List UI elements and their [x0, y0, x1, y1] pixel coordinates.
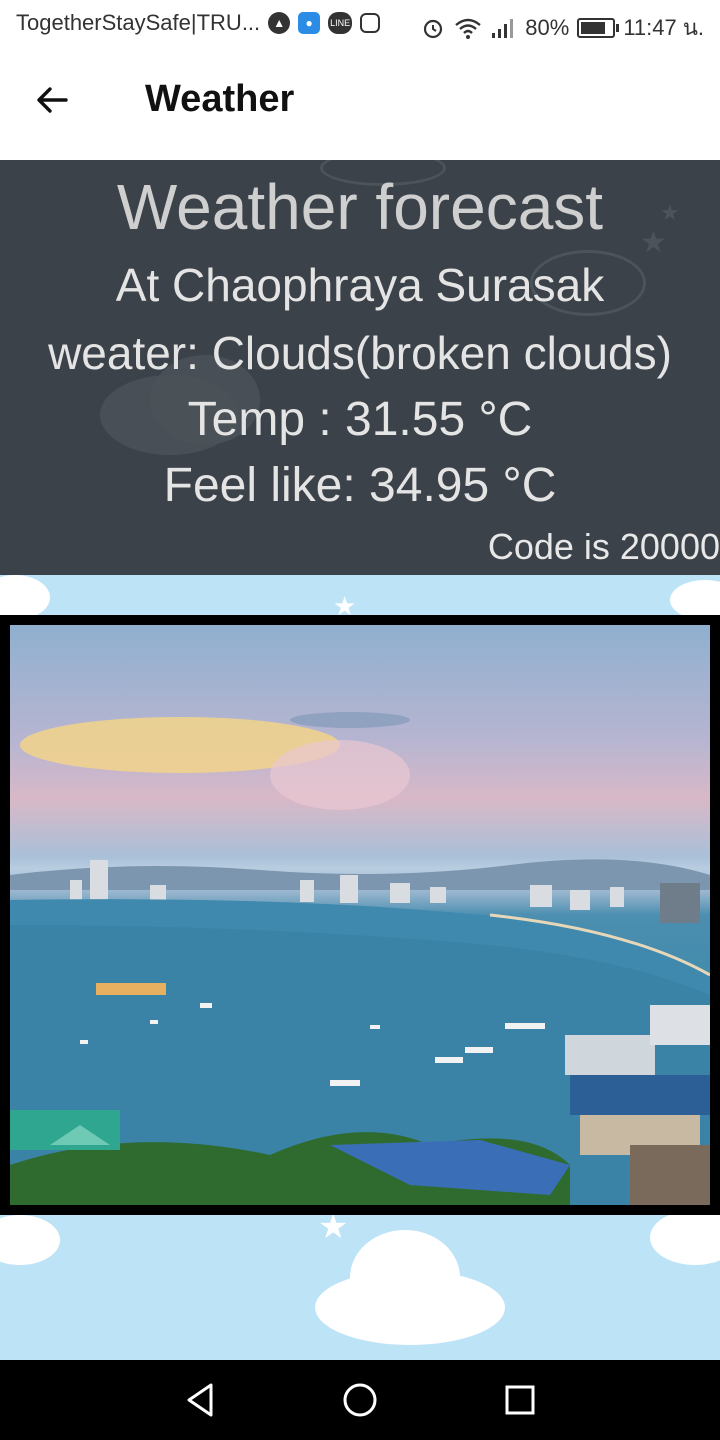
status-left: TogetherStaySafe|TRU... ▲ ● LINE [16, 10, 381, 36]
screen: TogetherStaySafe|TRU... ▲ ● LINE 80% 11:… [0, 0, 720, 1440]
app-a-icon: ▲ [268, 12, 291, 34]
page-title: Weather [145, 78, 295, 120]
location-text: At Chaophraya Surasak [115, 259, 605, 311]
status-right: 80% 11:47 น. [421, 10, 704, 45]
signal-icon [492, 18, 514, 38]
battery-percent: 80% [525, 14, 570, 40]
city-bay-photo [10, 625, 710, 1205]
cloud-illustration [670, 580, 720, 620]
square-recents-icon [505, 1385, 535, 1415]
photo-frame [0, 615, 720, 1215]
circle-home-icon [343, 1383, 377, 1417]
alarm-icon [424, 19, 443, 38]
system-nav-bar [0, 1360, 720, 1440]
app-bar: Weather [0, 48, 720, 160]
battery-level-fill [581, 21, 606, 34]
shield-icon: ● [298, 12, 321, 34]
arrow-left-icon [37, 87, 68, 113]
cloud-illustration [650, 1210, 720, 1265]
forecast-heading: Weather forecast [116, 171, 604, 243]
feels-like-text: Feel like: 34.95 °C [163, 459, 557, 512]
nav-recents-button[interactable] [498, 1378, 542, 1422]
back-button[interactable] [28, 76, 76, 124]
city-bay-illustration [10, 712, 710, 1205]
nav-home-button[interactable] [338, 1378, 382, 1422]
cloud-illustration [0, 575, 50, 620]
nav-back-button[interactable] [178, 1378, 222, 1422]
line-app-icon: LINE [328, 12, 353, 34]
instagram-icon [360, 13, 381, 33]
cloud-illustration [0, 1215, 60, 1265]
status-bar: TogetherStaySafe|TRU... ▲ ● LINE 80% 11:… [0, 0, 720, 48]
wifi-icon [455, 18, 482, 39]
weather-panel: ★ ★ Weather forecast At Chaophraya Suras… [0, 160, 720, 575]
triangle-back-icon [187, 1383, 213, 1417]
clock: 11:47 น. [623, 15, 704, 40]
status-code-text: Code is 20000 [487, 526, 720, 567]
cloud-illustration [350, 1230, 460, 1325]
temperature-text: Temp : 31.55 °C [187, 393, 533, 446]
battery-icon [577, 17, 620, 38]
condition-text: weater: Clouds(broken clouds) [48, 327, 672, 379]
notification-text: TogetherStaySafe|TRU... [16, 10, 261, 35]
